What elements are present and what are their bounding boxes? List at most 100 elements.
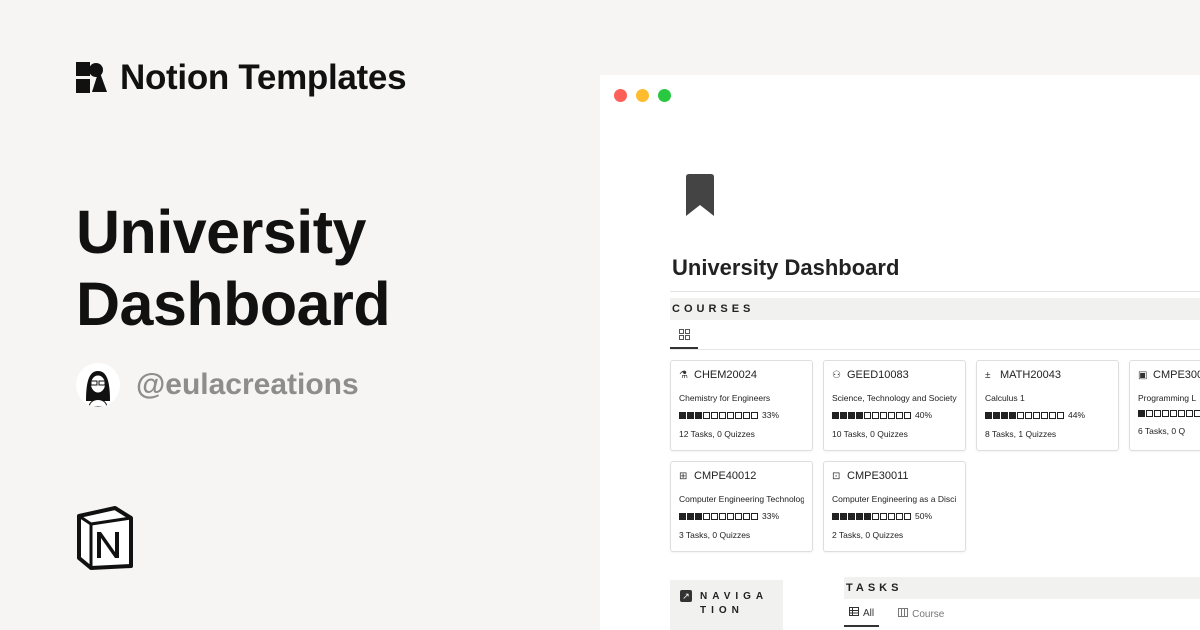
progress-block <box>1138 410 1145 417</box>
progress-block <box>896 512 903 520</box>
course-progress: 33% <box>679 410 804 420</box>
course-card-cmpe40012[interactable]: ⊞ CMPE40012 Computer Engineering Technolo… <box>670 461 813 552</box>
progress-block <box>848 411 855 419</box>
calculator-icon: ± <box>985 369 991 381</box>
progress-block <box>1025 411 1032 419</box>
progress-label: 40% <box>915 410 933 420</box>
progress-block <box>711 512 718 520</box>
course-code: CHEM20024 <box>694 369 757 381</box>
navigation-callout: ↗ NAVIGATION <box>670 580 783 630</box>
shapes-logo-icon <box>76 62 108 94</box>
progress-block <box>888 411 895 419</box>
progress-block <box>872 512 879 520</box>
progress-block <box>735 512 742 520</box>
course-counts: 6 Tasks, 0 Q <box>1138 426 1186 436</box>
progress-block <box>904 512 911 520</box>
minimize-window-button[interactable] <box>636 89 649 102</box>
progress-label: 33% <box>762 410 780 420</box>
course-card-math20043[interactable]: ± MATH20043 Calculus 1 44% 8 Tasks, 1 Qui… <box>976 360 1119 451</box>
progress-block <box>687 411 694 419</box>
close-window-button[interactable] <box>614 89 627 102</box>
terminal-icon: ▣ <box>1138 369 1148 381</box>
people-icon: ⚇ <box>832 369 841 381</box>
progress-block <box>1146 410 1153 417</box>
table-icon <box>849 607 859 619</box>
course-progress: 33% <box>679 511 804 521</box>
progress-block <box>856 411 863 419</box>
course-name: Calculus 1 <box>985 393 1025 403</box>
bookmark-icon[interactable] <box>684 173 716 219</box>
course-card-cmpe300[interactable]: ▣ CMPE300 Programming L 6 Tasks, 0 Q <box>1129 360 1200 451</box>
progress-blocks <box>832 512 911 520</box>
course-card-chem20024[interactable]: ⚗ CHEM20024 Chemistry for Engineers 33% 1… <box>670 360 813 451</box>
progress-block <box>743 411 750 419</box>
gallery-view-tab[interactable] <box>670 325 698 349</box>
author: @eulacreations <box>76 363 359 407</box>
hero-title-line1: University <box>76 198 366 266</box>
course-progress: 40% <box>832 410 957 420</box>
progress-blocks <box>679 512 758 520</box>
course-card-geed10083[interactable]: ⚇ GEED10083 Science, Technology and Socie… <box>823 360 966 451</box>
progress-block <box>848 512 855 520</box>
progress-label: 50% <box>915 511 933 521</box>
course-name: Computer Engineering Technolog <box>679 494 804 504</box>
tab-course[interactable]: Course <box>893 603 949 627</box>
avatar <box>76 363 120 407</box>
progress-block <box>1009 411 1016 419</box>
progress-block <box>703 411 710 419</box>
progress-block <box>1162 410 1169 417</box>
course-name: Science, Technology and Society <box>832 393 957 403</box>
progress-block <box>840 512 847 520</box>
course-code: MATH20043 <box>1000 369 1061 381</box>
progress-block <box>1194 410 1200 417</box>
progress-block <box>904 411 911 419</box>
courses-heading: COURSES <box>670 298 1200 320</box>
progress-block <box>840 411 847 419</box>
progress-block <box>888 512 895 520</box>
page-title[interactable]: University Dashboard <box>672 255 899 281</box>
course-counts: 2 Tasks, 0 Quizzes <box>832 530 904 540</box>
progress-block <box>719 411 726 419</box>
progress-block <box>1049 411 1056 419</box>
progress-blocks <box>1138 410 1200 417</box>
progress-block <box>727 512 734 520</box>
course-progress <box>1138 410 1200 417</box>
tasks-heading: TASKS <box>844 577 1200 599</box>
brand: Notion Templates <box>76 58 407 98</box>
tab-all[interactable]: All <box>844 603 880 627</box>
progress-block <box>1154 410 1161 417</box>
course-code: CMPE40012 <box>694 470 757 482</box>
course-code: CMPE300 <box>1153 369 1200 381</box>
progress-block <box>679 411 686 419</box>
course-progress: 44% <box>985 410 1110 420</box>
course-card-cmpe30011[interactable]: ⊡ CMPE30011 Computer Engineering as a Dis… <box>823 461 966 552</box>
progress-block <box>880 512 887 520</box>
tab-label: All <box>863 607 875 619</box>
progress-block <box>695 512 702 520</box>
chip-icon: ⊞ <box>679 470 688 482</box>
maximize-window-button[interactable] <box>658 89 671 102</box>
arrow-up-right-icon: ↗ <box>680 590 692 602</box>
progress-block <box>864 411 871 419</box>
progress-label: 33% <box>762 511 780 521</box>
progress-block <box>751 411 758 419</box>
progress-blocks <box>679 411 758 419</box>
progress-blocks <box>832 411 911 419</box>
progress-block <box>743 512 750 520</box>
progress-block <box>1001 411 1008 419</box>
progress-block <box>1017 411 1024 419</box>
progress-block <box>1041 411 1048 419</box>
progress-block <box>880 411 887 419</box>
progress-block <box>751 512 758 520</box>
course-code: CMPE30011 <box>847 470 909 482</box>
progress-block <box>872 411 879 419</box>
progress-block <box>1186 410 1193 417</box>
author-handle[interactable]: @eulacreations <box>136 368 359 402</box>
course-counts: 3 Tasks, 0 Quizzes <box>679 530 751 540</box>
divider <box>670 291 1200 292</box>
hero-title-line2: Dashboard <box>76 270 391 338</box>
progress-block <box>735 411 742 419</box>
progress-block <box>695 411 702 419</box>
gallery-icon <box>678 329 690 343</box>
progress-block <box>1170 410 1177 417</box>
